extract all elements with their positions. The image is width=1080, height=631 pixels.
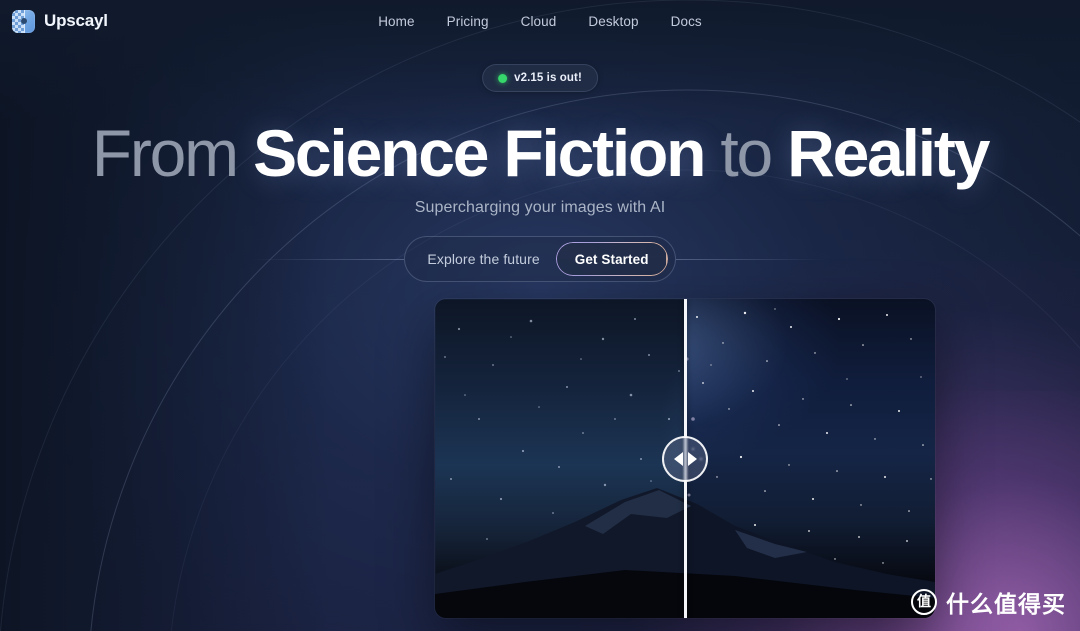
watermark-text: 什么值得买 (946, 592, 1066, 618)
site-header: Upscayl Home Pricing Cloud Desktop Docs (0, 0, 1080, 42)
comparison-slider-handle[interactable] (662, 435, 708, 482)
cta-divider-right (675, 258, 828, 260)
get-started-button[interactable]: Get Started (555, 242, 668, 276)
before-after-comparison[interactable] (435, 299, 935, 618)
version-badge[interactable]: v2.15 is out! (482, 64, 598, 92)
cta-label: Explore the future (427, 251, 540, 267)
arrow-left-icon (673, 451, 683, 466)
upscayl-logo-icon (12, 9, 35, 33)
headline-part-from: From (91, 116, 254, 190)
nav-item-docs[interactable]: Docs (671, 14, 702, 29)
version-badge-label: v2.15 is out! (514, 72, 582, 84)
cta-row: Explore the future Get Started (0, 236, 1080, 282)
nav-item-home[interactable]: Home (378, 14, 414, 29)
brand-name: Upscayl (44, 11, 108, 30)
headline-part-to: to (704, 116, 788, 190)
watermark: 值 什么值得买 (911, 585, 1066, 619)
headline-part-science: Science Fiction (253, 116, 706, 190)
hero-subtitle: Supercharging your images with AI (414, 199, 666, 216)
status-dot-icon (498, 73, 508, 83)
brand-logo[interactable]: Upscayl (0, 9, 108, 33)
watermark-badge-icon: 值 (911, 589, 937, 615)
nav-item-cloud[interactable]: Cloud (521, 14, 557, 29)
cta-pill: Explore the future Get Started (404, 236, 676, 282)
nav-item-pricing[interactable]: Pricing (447, 14, 489, 29)
headline-part-reality: Reality (787, 116, 990, 190)
nav-item-desktop[interactable]: Desktop (588, 14, 638, 29)
hero-section: v2.15 is out! From Science Fiction to Re… (0, 0, 1080, 631)
arrow-right-icon (687, 451, 697, 466)
page-title: From Science Fiction to Reality (0, 116, 1080, 190)
main-navigation: Home Pricing Cloud Desktop Docs (0, 0, 1080, 42)
cta-divider-left (252, 258, 405, 260)
